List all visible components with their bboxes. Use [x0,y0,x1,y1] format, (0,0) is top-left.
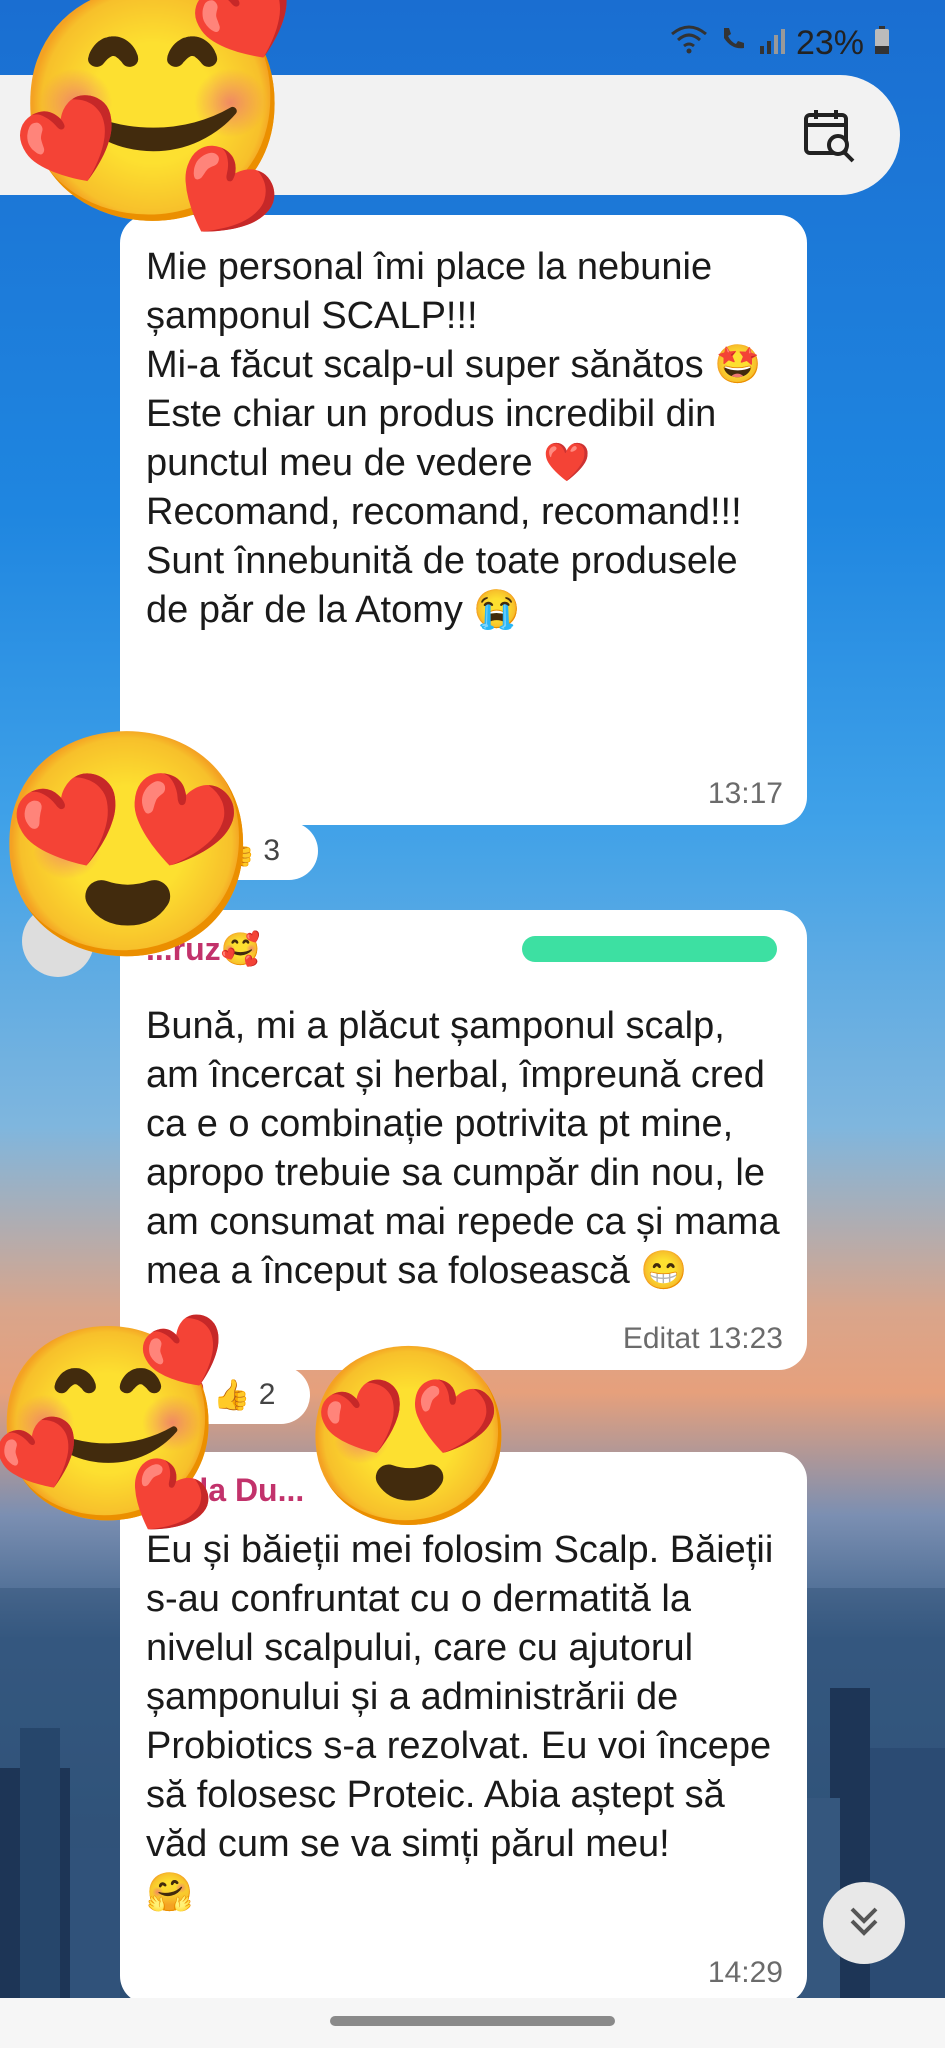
smiling-face-with-hearts-sticker: 🥰 [0,1319,227,1531]
heart-eyes-sticker: 😍 [0,722,264,968]
battery-text: 23% [795,24,864,62]
message-time: 13:23 [707,1322,783,1355]
heart-eyes-sticker: 😍 [300,1340,518,1535]
message-text: Bună, mi a plăcut șamponul scalp, am înc… [146,1005,780,1292]
message-bubble[interactable]: ...ruz🥰 Bună, mi a plăcut șamponul scalp… [120,910,807,1370]
message-time: 13:17 [707,777,783,810]
calendar-search-icon[interactable] [802,107,858,163]
navigation-bar [0,1998,945,2048]
edited-label: Editat [622,1322,700,1355]
double-chevron-down-icon [844,1901,884,1946]
message-text: Mie personal îmi place la nebunie șampon… [146,246,762,631]
message-meta: Editat 13:23 [623,1322,783,1356]
smiling-face-with-hearts-sticker: 🥰 [10,0,297,233]
scroll-to-bottom-button[interactable] [823,1882,905,1964]
message-text: Eu și băieții mei folosim Scalp. Băieții… [146,1529,774,1914]
redaction-mark [522,936,777,962]
status-icons: 23% [670,24,890,63]
call-icon [718,24,748,63]
message-time: 14:29 [707,1956,783,1989]
wifi-icon [670,24,708,63]
reaction-count: 2 [258,1378,276,1411]
battery-icon [874,24,890,63]
signal-icon [758,24,786,63]
home-handle[interactable] [330,2016,615,2026]
reaction-count: 3 [263,834,281,867]
